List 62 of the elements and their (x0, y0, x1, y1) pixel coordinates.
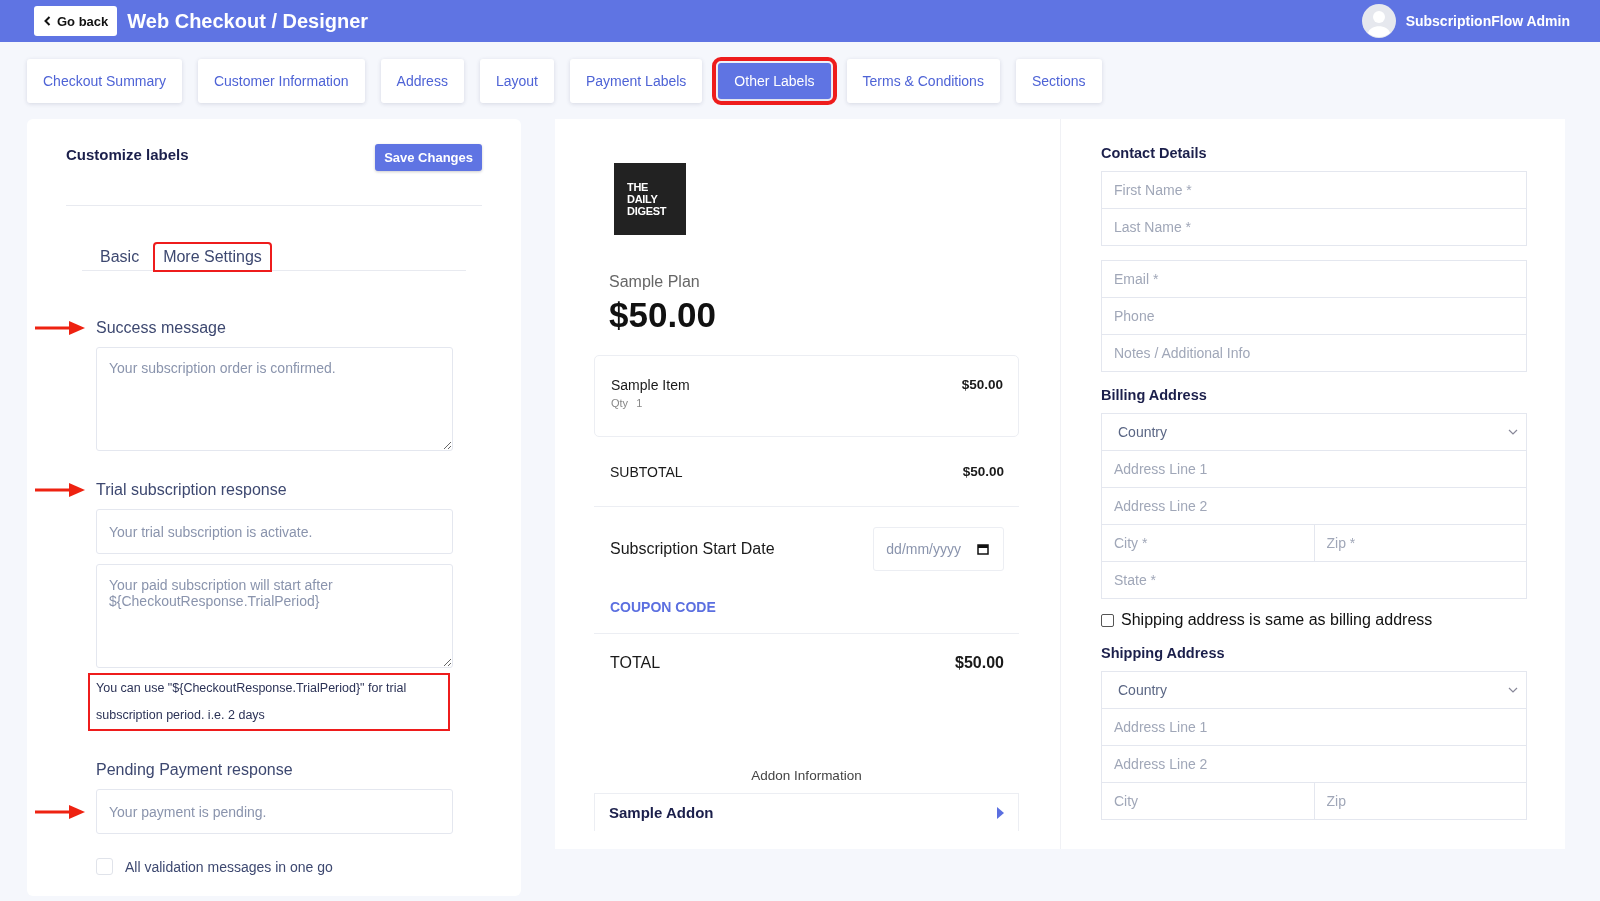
field-label: Trial subscription response (96, 481, 288, 499)
plan-name: Sample Plan (609, 273, 701, 291)
input-field[interactable]: Zip (1313, 782, 1527, 820)
input-field[interactable]: Phone (1101, 297, 1527, 335)
input-field[interactable]: State * (1101, 561, 1527, 599)
logo: THE DAILY DIGEST (614, 163, 686, 235)
checkbox-label: All validation messages in one go (125, 858, 333, 875)
input-field[interactable]: Your trial subscription is activate. (96, 509, 453, 554)
avatar-icon (1361, 4, 1396, 38)
section-title: Shipping Address (1101, 645, 1226, 661)
tab[interactable]: Customer Information (197, 59, 365, 103)
qty-label: Qty (611, 397, 629, 409)
calendar-icon (977, 543, 989, 555)
addon-row[interactable]: Sample Addon (594, 793, 1019, 831)
start-date-label: Subscription Start Date (610, 540, 775, 558)
checkbox[interactable] (1101, 613, 1114, 627)
input-field[interactable]: Your payment is pending. (96, 789, 453, 834)
subtotal-label: SUBTOTAL (610, 463, 683, 480)
input-field[interactable]: Address Line 2 (1101, 487, 1527, 525)
chevron-down-icon (1508, 687, 1518, 693)
tab[interactable]: Checkout Summary (27, 59, 182, 103)
chevron-left-icon (44, 16, 51, 26)
plan-price: $50.00 (609, 295, 718, 335)
text-area[interactable]: Your paid subscription will start after ${CheckoutResponse.TrialPeriod} (96, 564, 453, 668)
total-value: $50.00 (955, 654, 1004, 672)
subtotal-value: $50.00 (962, 464, 1004, 479)
input-field[interactable]: Email * (1101, 260, 1527, 298)
coupon-code-link[interactable]: COUPON CODE (594, 571, 1019, 634)
input-field[interactable]: City (1101, 782, 1315, 820)
section-title: Contact Details (1101, 145, 1208, 161)
chevron-down-icon (1508, 429, 1518, 435)
hint-text: You can use "${CheckoutResponse.TrialPeriod}" for trial subscription period. i.e. 2 days (88, 673, 450, 731)
tab[interactable]: Payment Labels (569, 59, 703, 103)
panel-title: Customize labels (66, 146, 189, 163)
item-name: Sample Item (611, 377, 690, 393)
addon-heading: Addon Information (750, 768, 863, 783)
checkbox-label: Shipping address is same as billing address (1121, 611, 1433, 629)
caret-right-icon (997, 806, 1004, 819)
save-button[interactable]: Save Changes (375, 144, 482, 171)
input-field[interactable]: First Name * (1101, 171, 1527, 209)
input-field[interactable]: Address Line 1 (1101, 450, 1527, 488)
tab[interactable]: Terms & Conditions (846, 59, 1000, 103)
input-field[interactable]: Address Line 2 (1101, 745, 1527, 783)
tab[interactable]: Sections (1015, 59, 1102, 103)
date-field[interactable]: dd/mm/yyyy (873, 527, 1004, 571)
tab[interactable]: More Settings (154, 243, 271, 271)
user-name[interactable]: SubscriptionFlow Admin (1405, 13, 1570, 29)
input-field[interactable]: Last Name * (1101, 208, 1527, 246)
input-field[interactable]: Address Line 1 (1101, 708, 1527, 746)
tab[interactable]: Layout (479, 59, 554, 103)
text-area[interactable]: Your subscription order is confirmed. (96, 347, 453, 451)
input-field[interactable]: Notes / Additional Info (1101, 334, 1527, 372)
tab[interactable]: Address (380, 59, 464, 103)
field-label: Pending Payment response (96, 761, 294, 779)
back-button[interactable]: Go back (34, 6, 118, 36)
total-label: TOTAL (610, 654, 661, 672)
tab[interactable]: Basic (91, 243, 149, 271)
section-title: Billing Address (1101, 387, 1208, 403)
field-label: Success message (96, 319, 227, 337)
page-title: Web Checkout / Designer (127, 9, 369, 33)
item-price: $50.00 (961, 377, 1003, 394)
qty-value: 1 (636, 397, 643, 409)
